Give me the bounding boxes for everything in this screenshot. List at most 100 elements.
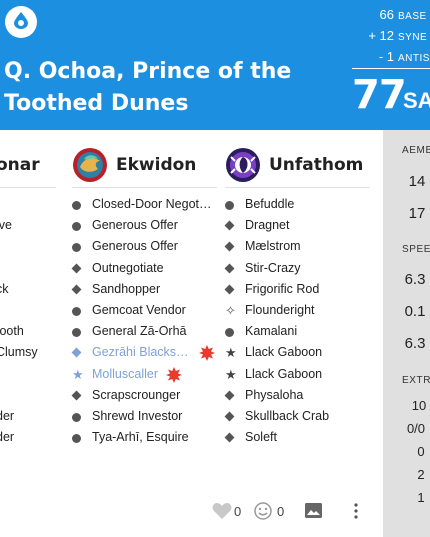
score-synergy: + 12 SYNE <box>368 28 428 43</box>
card-item[interactable] <box>0 300 56 321</box>
total-score: 77 <box>352 72 407 118</box>
stat-value: 0/0 <box>406 421 426 436</box>
anomaly-burst-icon <box>166 366 182 383</box>
card-item[interactable]: Outnegotiate <box>71 258 217 279</box>
sparkle-card-icon: ✧ <box>225 302 236 318</box>
card-item[interactable] <box>0 236 56 257</box>
house-column-unfathomable: Unfathom Befuddle Dragnet Mælstrom Stir-… <box>224 145 370 448</box>
card-item[interactable]: Shrewd Investor <box>72 406 217 427</box>
stat-value: 0.1 <box>404 303 426 320</box>
card-item[interactable]: Gemcoat Vendor <box>72 300 217 321</box>
smiley-icon[interactable] <box>254 502 272 520</box>
house-column-ekwidon: Ekwidon Closed-Door Negot… Generous Offe… <box>71 145 217 448</box>
card-list: Closed-Door Negot… Generous Offer Genero… <box>71 188 217 448</box>
card-item[interactable]: Generous Offer <box>72 236 217 257</box>
creature-card-icon <box>71 284 82 295</box>
card-item[interactable] <box>0 258 56 279</box>
stat-value: 0 <box>417 444 425 459</box>
stats-panel: AEMB 14 17 SPEE 6.3 0.1 6.3 EXTR 10 0/0 … <box>383 130 430 537</box>
card-item[interactable]: Sandhopper <box>71 279 217 300</box>
action-card-icon <box>72 412 81 422</box>
stat-value: 2 <box>417 467 425 482</box>
stats-section-label: AEMB <box>402 145 430 156</box>
house-name: Unfathom <box>269 155 364 175</box>
card-item[interactable]: ✧ Flounderight <box>225 300 370 321</box>
unfathomable-house-icon <box>226 148 260 182</box>
total-score-label: SA <box>403 88 430 113</box>
card-item[interactable]: Skullback Crab <box>224 406 370 427</box>
card-list: ive ck tooth Clumsy der der <box>0 188 56 448</box>
score-divider <box>352 68 430 69</box>
house-name: Ekwidon <box>116 155 197 175</box>
card-item[interactable]: der <box>0 427 56 448</box>
card-item[interactable]: Closed-Door Negot… <box>72 194 217 215</box>
card-item[interactable]: Frigorific Rod <box>224 279 370 300</box>
stat-value: 1 <box>417 490 425 505</box>
stats-section-label: EXTR <box>402 375 430 386</box>
creature-card-icon <box>224 284 235 295</box>
stats-section-label: SPEE <box>402 244 430 255</box>
card-item[interactable]: ★ Llack Gaboon <box>225 364 370 385</box>
score-base: 66 BASE <box>379 7 427 22</box>
card-item[interactable] <box>0 194 56 215</box>
card-item[interactable]: Scrapscrounger <box>71 385 217 406</box>
card-item[interactable]: General Zā-Orhā <box>72 321 217 342</box>
creature-card-icon <box>71 263 82 274</box>
heart-icon[interactable] <box>212 502 232 520</box>
action-card-icon <box>225 201 234 210</box>
creature-card-icon <box>224 432 235 443</box>
card-item[interactable]: Soleft <box>224 427 370 448</box>
star-card-icon: ★ <box>225 345 237 361</box>
stat-value: 6.3 <box>404 271 426 288</box>
card-item[interactable]: Kamalani <box>225 321 370 342</box>
action-card-icon <box>225 328 234 338</box>
card-item[interactable]: Clumsy <box>0 342 56 363</box>
creature-card-icon <box>71 347 82 358</box>
card-item[interactable]: Mælstrom <box>224 236 370 257</box>
creature-card-icon <box>224 220 235 231</box>
like-count: 0 <box>234 504 242 519</box>
creature-card-icon <box>224 241 235 252</box>
creature-card-icon <box>224 263 235 274</box>
card-item[interactable]: Generous Offer <box>72 215 217 236</box>
house-column-left: onar ive ck tooth Clumsy der der <box>0 145 56 448</box>
card-item[interactable]: ★ Molluscaller <box>72 364 217 385</box>
star-card-icon: ★ <box>225 366 237 382</box>
score-antisynergy: - 1 ANTIS <box>378 49 430 64</box>
card-item[interactable]: Gezrāhi Blacks… <box>71 342 217 363</box>
creature-card-icon <box>71 390 82 401</box>
image-icon[interactable] <box>305 503 322 518</box>
card-item[interactable]: Stir-Crazy <box>224 258 370 279</box>
ekwidon-house-icon <box>73 148 107 182</box>
stat-value: 14 <box>408 173 426 190</box>
more-options-icon[interactable] <box>353 503 359 519</box>
house-name: onar <box>0 155 40 175</box>
card-item[interactable]: ive <box>0 215 56 236</box>
card-item[interactable]: Dragnet <box>224 215 370 236</box>
creature-card-icon <box>224 411 235 422</box>
card-item[interactable]: der <box>0 406 56 427</box>
app-logo[interactable] <box>5 6 37 38</box>
card-item[interactable]: Physaloha <box>224 385 370 406</box>
stat-value: 17 <box>408 205 426 222</box>
action-card-icon <box>72 201 81 210</box>
card-item[interactable]: ck <box>0 279 56 300</box>
action-card-icon <box>72 222 81 232</box>
card-item[interactable] <box>0 385 56 406</box>
card-item[interactable] <box>0 364 56 385</box>
deck-title: Q. Ochoa, Prince of the Toothed Dunes <box>4 59 292 116</box>
star-card-icon: ★ <box>72 366 84 382</box>
anomaly-burst-icon <box>199 345 215 362</box>
card-item[interactable]: Tya-Arhī, Esquire <box>72 427 217 448</box>
action-card-icon <box>72 434 81 444</box>
action-card-icon <box>72 328 81 338</box>
card-item[interactable]: ★ Llack Gaboon <box>225 342 370 363</box>
creature-card-icon <box>224 390 235 401</box>
card-item[interactable]: tooth <box>0 321 56 342</box>
water-drop-icon <box>14 12 28 29</box>
stat-value: 6.3 <box>404 335 426 352</box>
card-item[interactable]: Befuddle <box>225 194 370 215</box>
reaction-count: 0 <box>277 504 285 519</box>
action-card-icon <box>72 306 81 316</box>
action-card-icon <box>72 243 81 253</box>
